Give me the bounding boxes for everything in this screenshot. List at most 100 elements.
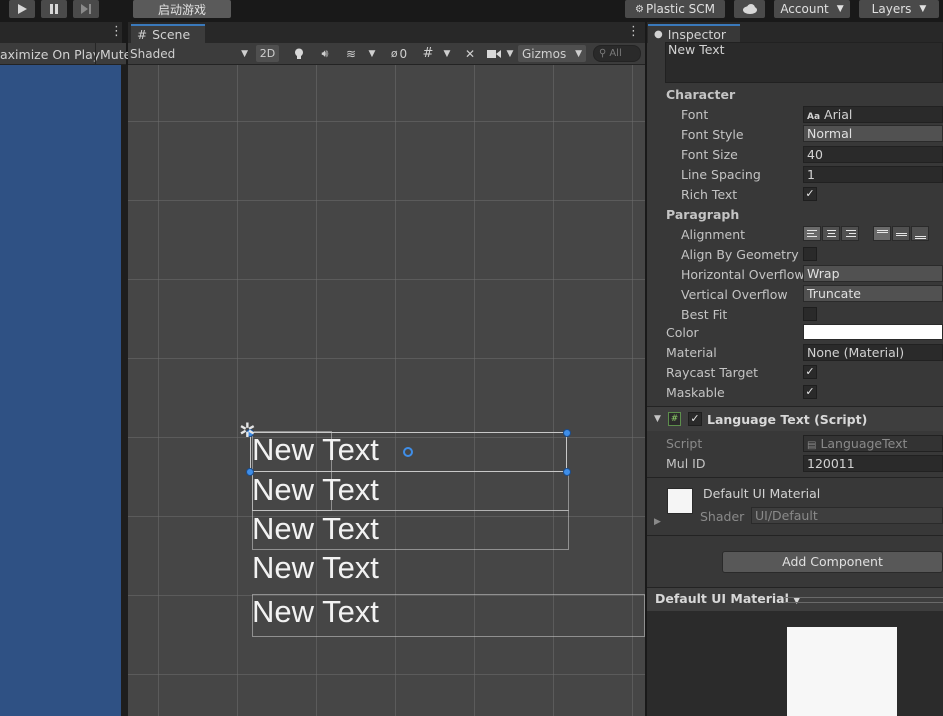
account-label: Account [780, 2, 829, 16]
scene-viewport[interactable]: ✲ New Text New Text New Text New Text Ne… [128, 65, 645, 716]
checkmark-icon: ✓ [805, 365, 815, 378]
maskable-label: Maskable [666, 385, 725, 400]
preview-title: Default UI Material [655, 591, 789, 606]
game-panel-menu-icon[interactable]: ⋮ [110, 24, 123, 42]
align-left-button[interactable] [803, 226, 821, 241]
lighting-toggle[interactable] [289, 45, 309, 62]
align-by-geometry-label: Align By Geometry [681, 247, 799, 262]
grid-toggle[interactable]: # [418, 45, 438, 62]
maskable-checkbox[interactable]: ✓ [803, 385, 817, 399]
panel-splitter[interactable] [121, 65, 128, 716]
cloud-icon [742, 4, 757, 14]
camera-toggle[interactable] [486, 45, 502, 62]
align-bottom-button[interactable] [911, 226, 929, 241]
inspector-tab-label: Inspector [667, 27, 727, 42]
grid-line [128, 358, 645, 359]
play-button[interactable] [9, 0, 35, 18]
step-button[interactable] [73, 0, 99, 18]
chevron-down-icon[interactable]: ▼ [365, 45, 379, 62]
pause-icon [50, 4, 58, 14]
scene-search-input[interactable]: ⚲ All [593, 45, 641, 62]
account-dropdown[interactable]: Account ▼ [774, 0, 850, 18]
camera-icon [487, 49, 501, 58]
chevron-down-icon[interactable]: ▼ [503, 45, 517, 62]
grid-line [158, 65, 159, 716]
line-spacing-field[interactable]: 1 [803, 166, 943, 183]
tools-toggle[interactable]: ✕ [460, 45, 480, 62]
plastic-scm-icon: ⚙ [635, 3, 644, 15]
horizontal-overflow-label: Horizontal Overflow [681, 267, 805, 282]
font-style-dropdown[interactable]: Normal [803, 125, 943, 142]
scene-text-object[interactable]: New Text [252, 434, 379, 465]
raycast-target-checkbox[interactable]: ✓ [803, 365, 817, 379]
plastic-scm-label: Plastic SCM [645, 2, 715, 16]
align-by-geometry-checkbox[interactable] [803, 247, 817, 261]
game-view-canvas[interactable] [0, 65, 121, 716]
maximize-on-play-toggle[interactable]: aximize On Play [0, 46, 100, 63]
add-component-button[interactable]: Add Component [722, 551, 943, 573]
font-size-label: Font Size [681, 147, 738, 162]
rich-text-checkbox[interactable]: ✓ [803, 187, 817, 201]
scene-text-object[interactable]: New Text [252, 552, 379, 583]
scene-text-object[interactable]: New Text [252, 474, 379, 505]
character-section-header: Character [666, 87, 736, 102]
checkmark-icon: ✓ [690, 412, 700, 425]
layers-dropdown[interactable]: Layers ▼ [859, 0, 939, 18]
pause-button[interactable] [41, 0, 67, 18]
font-size-field[interactable]: 40 [803, 146, 943, 163]
color-swatch[interactable] [803, 324, 943, 340]
align-right-button[interactable] [841, 226, 859, 241]
material-name: Default UI Material [703, 486, 821, 501]
align-middle-button[interactable] [892, 226, 910, 241]
material-preview-quad [787, 627, 897, 716]
tab-scene[interactable]: # Scene [131, 24, 205, 43]
cloud-button[interactable] [734, 0, 765, 18]
gizmos-dropdown[interactable]: Gizmos ▼ [518, 45, 586, 62]
align-center-button[interactable] [822, 226, 840, 241]
checkmark-icon: ✓ [805, 385, 815, 398]
preview-drag-handle[interactable] [784, 597, 943, 603]
align-top-button[interactable] [873, 226, 891, 241]
scene-text-object[interactable]: New Text [252, 513, 379, 544]
best-fit-checkbox[interactable] [803, 307, 817, 321]
scene-grid-icon: # [137, 27, 148, 42]
lightbulb-icon [295, 48, 303, 59]
tab-inspector[interactable]: ● Inspector [648, 24, 740, 43]
color-label: Color [666, 325, 699, 340]
pivot-handle[interactable] [403, 447, 413, 457]
foldout-arrow-icon[interactable]: ▶ [654, 517, 661, 527]
horizontal-overflow-dropdown[interactable]: Wrap [803, 265, 943, 282]
vertical-overflow-label: Vertical Overflow [681, 287, 788, 302]
effects-toggle[interactable]: ≋ [341, 45, 361, 62]
start-game-button[interactable]: 启动游戏 [133, 0, 231, 18]
script-label: Script [666, 436, 703, 451]
resize-handle-bottom-right[interactable] [563, 468, 571, 476]
mute-audio-toggle[interactable]: Mute [100, 46, 128, 63]
shader-label: Shader [700, 509, 745, 524]
info-icon: ● [654, 29, 663, 40]
component-enabled-checkbox[interactable]: ✓ [688, 412, 702, 426]
scene-text-object[interactable]: New Text [252, 596, 379, 627]
font-asset-icon: Aa [807, 112, 821, 122]
font-field[interactable]: Aa Arial [803, 106, 943, 123]
resize-handle-top-right[interactable] [563, 429, 571, 437]
vertical-overflow-dropdown[interactable]: Truncate [803, 285, 943, 302]
mul-id-field[interactable]: 120011 [803, 455, 943, 472]
foldout-arrow-icon[interactable]: ▼ [654, 414, 661, 424]
hidden-objects-toggle[interactable]: ø 0 [383, 45, 415, 62]
grid-line [128, 121, 645, 122]
audio-toggle[interactable]: 🔊︎ [315, 45, 335, 62]
scene-panel-menu-icon[interactable]: ⋮ [627, 24, 640, 42]
chevron-down-icon[interactable]: ▼ [440, 45, 454, 62]
preview-title-dropdown[interactable]: Default UI Material ▼ [655, 590, 800, 607]
material-field[interactable]: None (Material) [803, 344, 943, 361]
search-icon: ⚲ [599, 48, 607, 59]
play-icon [18, 4, 27, 14]
shading-mode-dropdown[interactable]: Shaded ▼ [130, 45, 248, 62]
plastic-scm-button[interactable]: ⚙ Plastic SCM [625, 0, 725, 18]
raycast-target-label: Raycast Target [666, 365, 759, 380]
grid-line [237, 65, 238, 716]
component-divider [647, 477, 943, 478]
2d-mode-toggle[interactable]: 2D [256, 45, 279, 62]
line-spacing-label: Line Spacing [681, 167, 761, 182]
